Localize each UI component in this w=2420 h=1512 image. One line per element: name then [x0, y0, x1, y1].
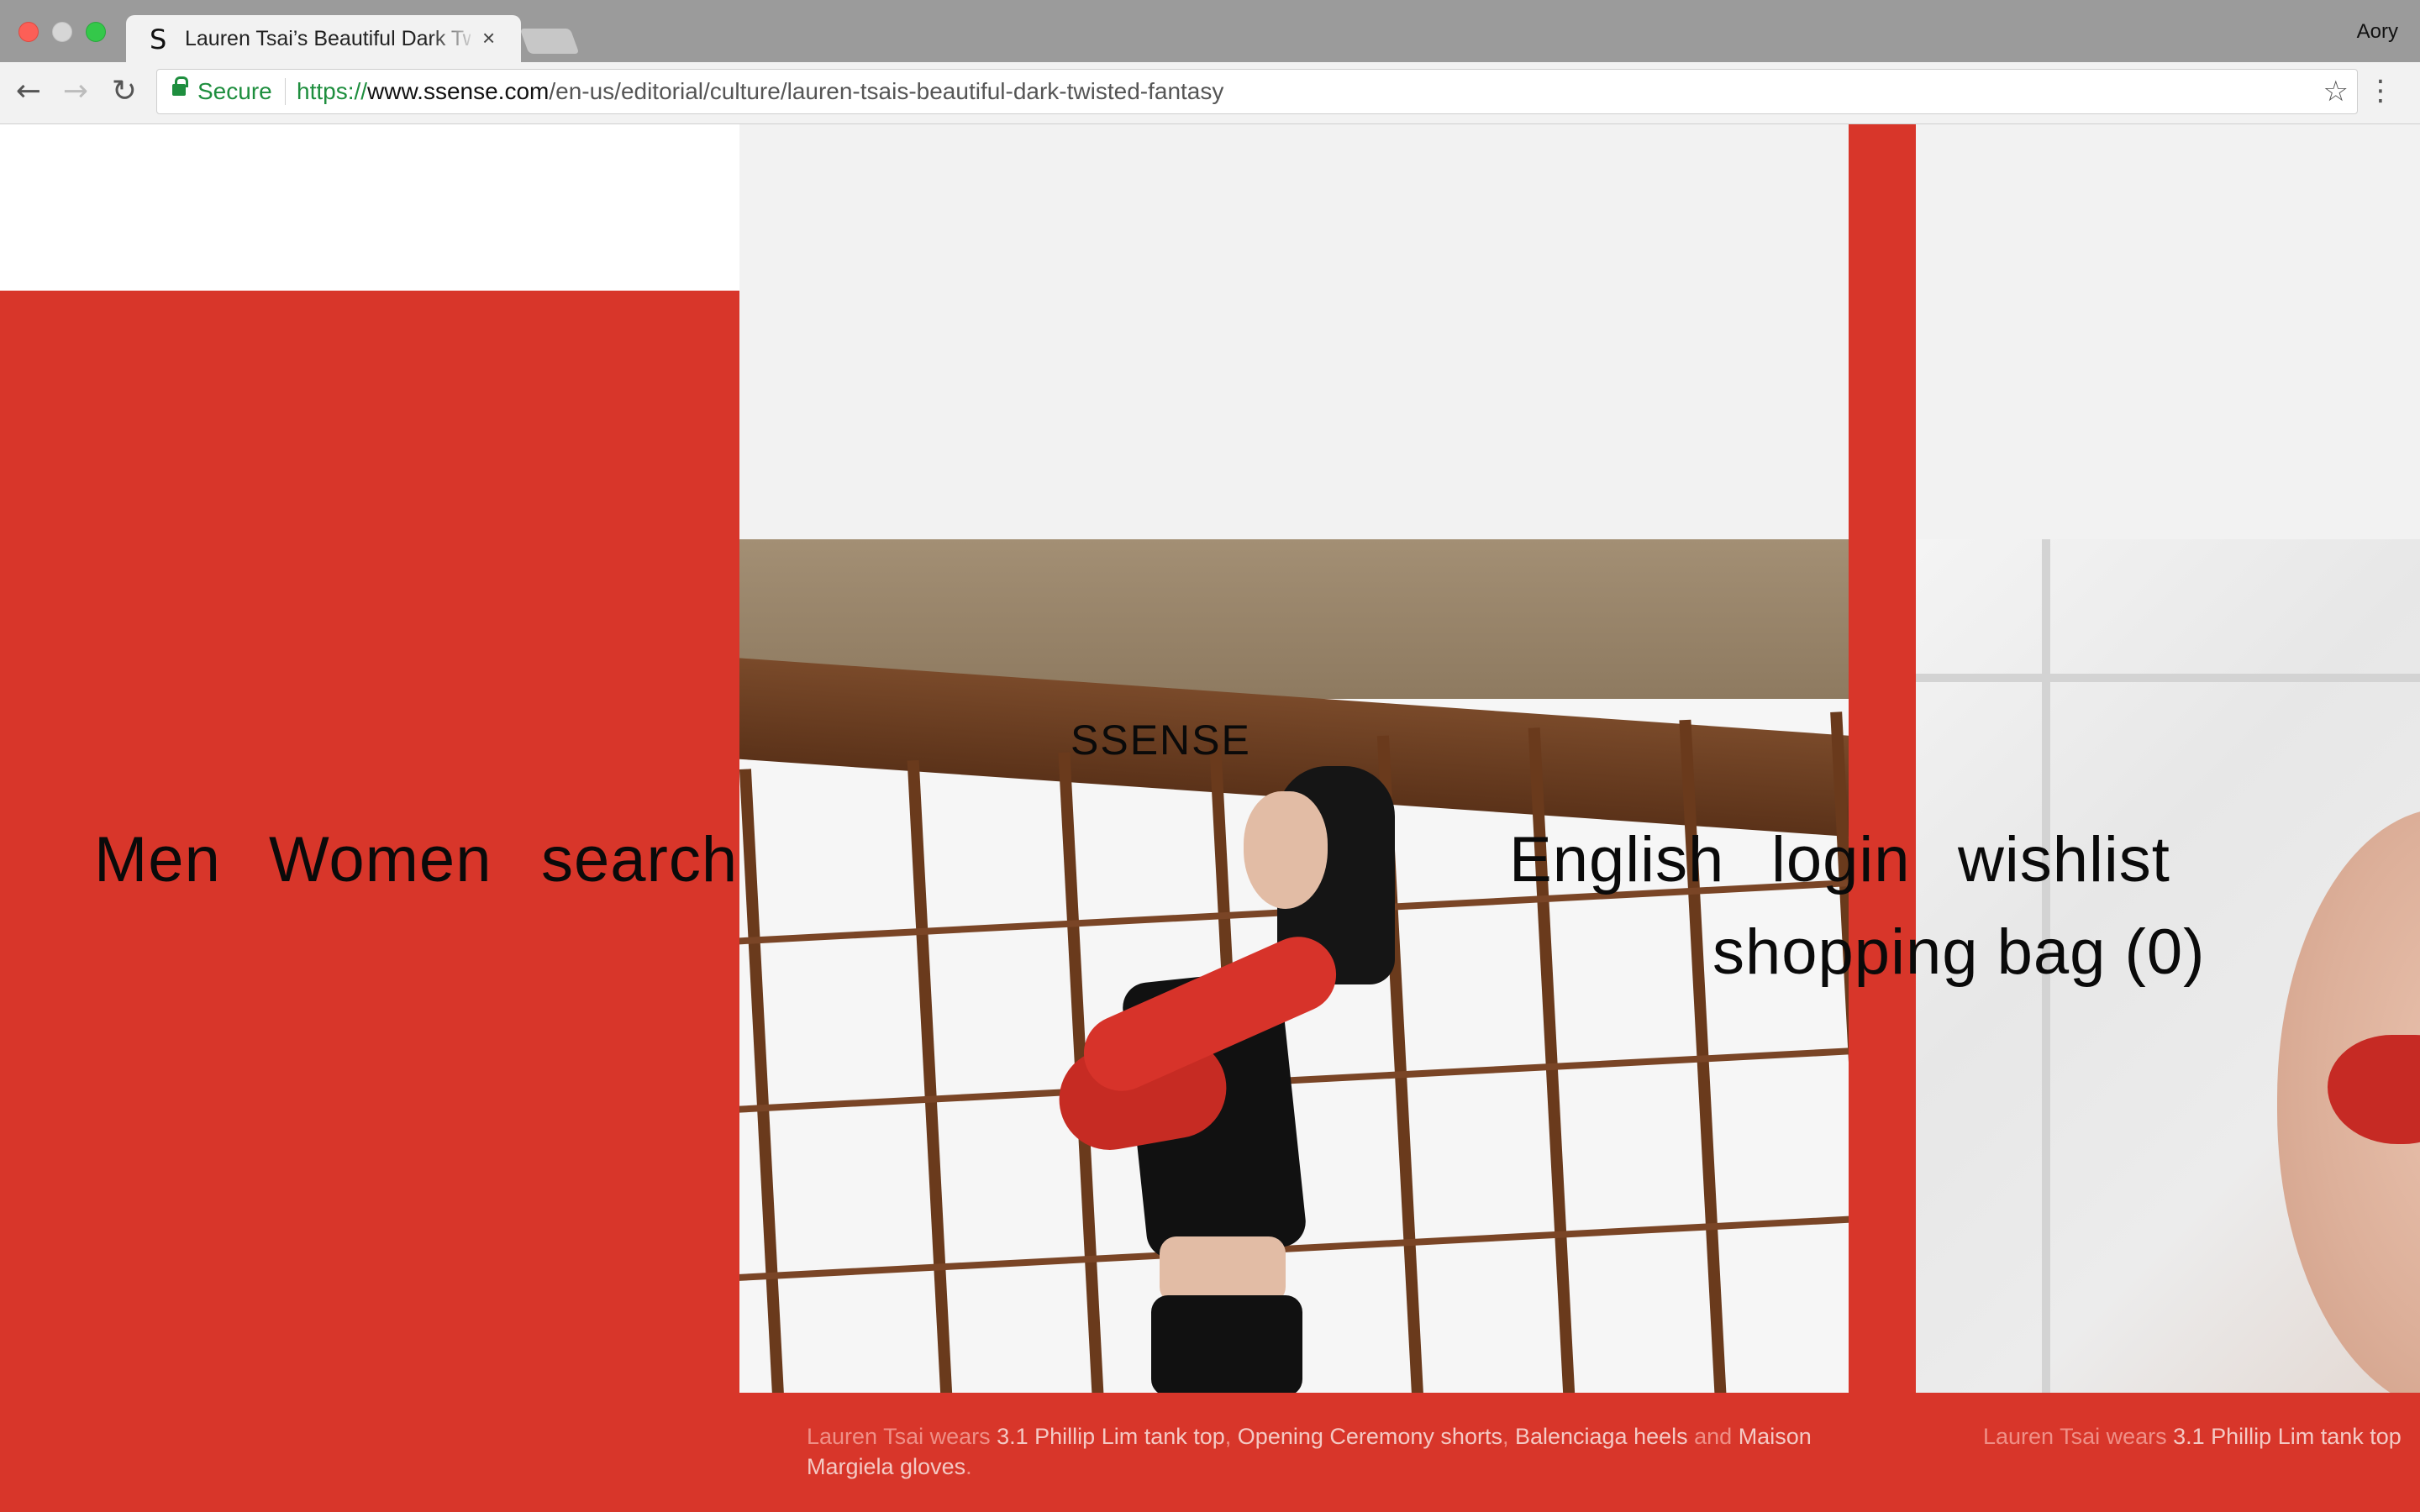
caption-link-heels[interactable]: Balenciaga heels [1515, 1424, 1688, 1449]
nav-women[interactable]: Women [269, 823, 492, 896]
forward-arrow-icon[interactable]: → [57, 74, 94, 108]
ssense-logo[interactable]: SSENSE [1071, 716, 1251, 764]
page-content: Lauren Tsai wears 3.1 Phillip Lim tank t… [0, 124, 2420, 1512]
nav-wishlist[interactable]: wishlist [1958, 823, 2170, 896]
lock-icon [172, 76, 188, 96]
caption-link-tank-top[interactable]: 3.1 Phillip Lim tank top [997, 1424, 1225, 1449]
nav-english[interactable]: English [1509, 823, 1724, 896]
tab-title: Lauren Tsai’s Beautiful Dark Twisted Fan… [185, 27, 471, 50]
nav-login[interactable]: login [1771, 823, 1911, 896]
browser-menu-icon[interactable]: ⋮ [2366, 74, 2395, 108]
browser-titlebar: S Lauren Tsai’s Beautiful Dark Twisted F… [0, 0, 2420, 62]
minimize-window-button[interactable] [52, 22, 72, 42]
close-window-button[interactable] [18, 22, 39, 42]
model-figure [739, 539, 1849, 1393]
editorial-photo-lauren-tsai [739, 539, 1849, 1393]
grey-panel [739, 124, 1849, 541]
back-arrow-icon[interactable]: ← [10, 74, 47, 108]
browser-tab-active[interactable]: S Lauren Tsai’s Beautiful Dark Twisted F… [126, 15, 521, 62]
nav-shopping-bag[interactable]: shopping bag (0) [1712, 916, 2205, 989]
ssense-favicon-icon: S [150, 24, 167, 55]
browser-toolbar: ← → ↻ Secure https://www.ssense.com/en-u… [0, 62, 2420, 124]
url-text[interactable]: https://www.ssense.com/en-us/editorial/c… [297, 78, 1223, 105]
reload-icon[interactable]: ↻ [106, 74, 143, 108]
maximize-window-button[interactable] [86, 22, 106, 42]
photo-caption-right: Lauren Tsai wears 3.1 Phillip Lim tank t… [1983, 1424, 2402, 1449]
profile-name[interactable]: Aory [2357, 20, 2398, 44]
nav-men[interactable]: Men [94, 823, 221, 896]
new-tab-button[interactable] [519, 29, 580, 54]
caption-link-tank-top-2[interactable]: 3.1 Phillip Lim tank top [2173, 1424, 2402, 1449]
url-scheme: https:// [297, 78, 368, 104]
bookmark-star-icon[interactable]: ☆ [2323, 75, 2349, 108]
photo-caption: Lauren Tsai wears 3.1 Phillip Lim tank t… [807, 1424, 1812, 1479]
nav-search[interactable]: search [541, 823, 738, 896]
tab-close-icon[interactable]: × [482, 25, 495, 51]
url-path: /en-us/editorial/culture/lauren-tsais-be… [549, 78, 1224, 104]
caption-link-shorts[interactable]: Opening Ceremony shorts [1238, 1424, 1502, 1449]
url-host: www.ssense.com [367, 78, 550, 104]
address-divider [285, 78, 286, 105]
address-bar[interactable]: Secure https://www.ssense.com/en-us/edit… [156, 69, 2358, 114]
secure-label: Secure [197, 78, 272, 104]
